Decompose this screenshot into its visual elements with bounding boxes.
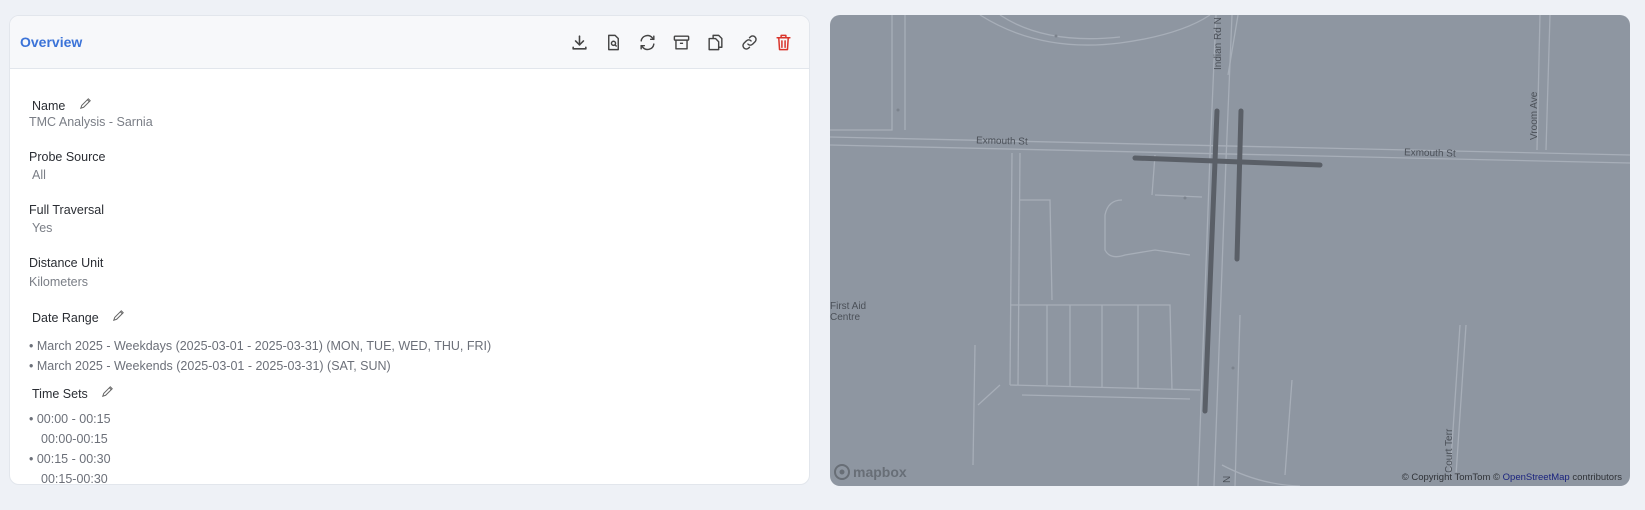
time-set-interval: 00:15-00:30 <box>41 472 108 485</box>
time-set-range: • 00:00 - 00:15 <box>29 412 111 426</box>
distance-unit-value: Kilometers <box>29 275 89 289</box>
map-attribution: © Copyright TomTom © OpenStreetMap contr… <box>1399 472 1624 483</box>
report-button[interactable] <box>603 32 623 52</box>
mapbox-logo[interactable]: mapbox <box>834 464 907 480</box>
duplicate-button[interactable] <box>705 32 725 52</box>
trash-icon <box>775 34 791 50</box>
delete-button[interactable] <box>773 32 793 52</box>
map-street-label: Court Terr <box>1444 428 1455 473</box>
pencil-icon <box>79 98 91 110</box>
edit-time-sets-button[interactable] <box>100 384 115 399</box>
full-traversal-value: Yes <box>32 221 53 235</box>
overview-panel: Overview Name TMC Analysis - Sarnia Prob… <box>9 15 810 485</box>
download-icon <box>571 34 587 50</box>
map-street-label: Exmouth St <box>1403 147 1456 160</box>
edit-date-range-button[interactable] <box>111 308 126 323</box>
date-range-label: Date Range <box>32 311 99 325</box>
map-poi-label: First Aid <box>830 301 867 312</box>
date-range-item: • March 2025 - Weekdays (2025-03-01 - 20… <box>29 339 492 353</box>
distance-unit-label: Distance Unit <box>29 256 104 270</box>
map-street-label: Indian Rd N <box>1213 17 1224 70</box>
mapbox-icon <box>834 464 850 480</box>
pencil-icon <box>102 386 114 398</box>
full-traversal-label: Full Traversal <box>29 203 105 217</box>
download-button[interactable] <box>569 32 589 52</box>
edit-name-button[interactable] <box>78 96 93 111</box>
probe-source-value: All <box>32 168 46 182</box>
overview-body: Name TMC Analysis - Sarnia Probe Source … <box>10 69 809 485</box>
mapbox-logo-text: mapbox <box>853 464 907 480</box>
copy-icon <box>707 34 723 50</box>
map-poi-label: Centre <box>830 312 861 323</box>
document-search-icon <box>607 34 619 50</box>
toolbar <box>569 32 793 52</box>
map-street-label: Exmouth St <box>975 135 1028 148</box>
link-button[interactable] <box>739 32 759 52</box>
probe-source-label: Probe Source <box>29 150 106 164</box>
attribution-text: © Copyright TomTom © <box>1401 472 1503 483</box>
map-view[interactable]: Exmouth St Exmouth St Indian Rd N Vroom … <box>830 15 1630 486</box>
time-set-interval: 00:00-00:15 <box>41 432 108 446</box>
archive-button[interactable] <box>671 32 691 52</box>
link-icon <box>741 34 757 50</box>
refresh-icon <box>639 34 655 50</box>
date-range-item: • March 2025 - Weekends (2025-03-01 - 20… <box>29 359 391 373</box>
refresh-button[interactable] <box>637 32 657 52</box>
map-canvas[interactable] <box>830 15 1630 486</box>
openstreetmap-link[interactable]: OpenStreetMap <box>1503 472 1570 483</box>
map-street-label: Vroom Ave <box>1529 91 1540 140</box>
archive-icon <box>673 34 689 50</box>
pencil-icon <box>113 310 125 322</box>
overview-header: Overview <box>10 16 809 69</box>
name-label: Name <box>32 99 66 113</box>
tab-overview[interactable]: Overview <box>20 34 82 50</box>
time-sets-label: Time Sets <box>32 387 88 401</box>
attribution-suffix: contributors <box>1569 472 1622 483</box>
time-set-range: • 00:15 - 00:30 <box>29 452 111 466</box>
map-street-label: N <box>1222 475 1233 483</box>
name-value: TMC Analysis - Sarnia <box>29 115 153 129</box>
